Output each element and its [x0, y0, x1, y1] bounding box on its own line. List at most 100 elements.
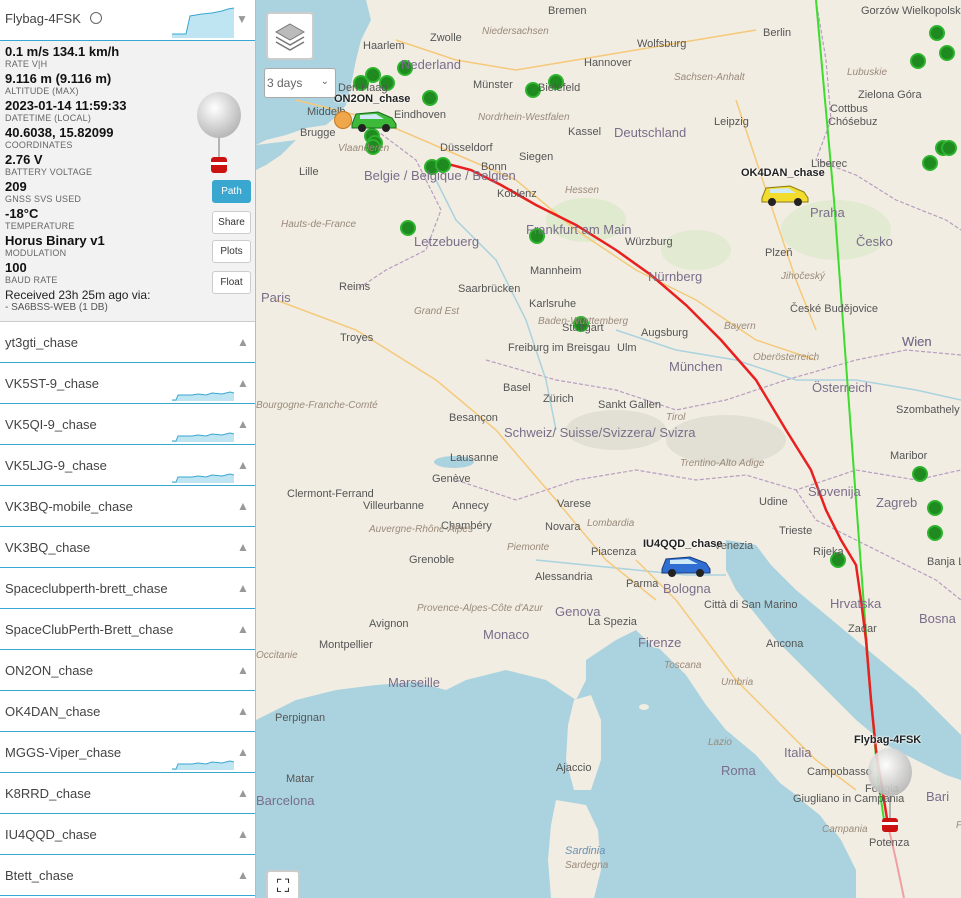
vehicle-list: yt3gti_chase ▲ VK5ST-9_chase ▲ VK5QI-9_chase…	[0, 322, 255, 896]
map-place-label: Campobasso	[807, 766, 872, 778]
vehicle-list-item[interactable]: ON2ON_chase ▲	[0, 650, 255, 691]
vehicle-list-item[interactable]: VK5QI-9_chase ▲	[0, 404, 255, 445]
vehicle-list-item[interactable]: VK3BQ-mobile_chase ▲	[0, 486, 255, 527]
expand-icon[interactable]: ▲	[237, 745, 249, 759]
chase-marker[interactable]	[910, 53, 926, 69]
vehicle-list-item[interactable]: Btett_chase ▲	[0, 855, 255, 896]
expand-icon[interactable]: ▲	[237, 622, 249, 636]
car-icon-ok4dan[interactable]	[758, 180, 812, 206]
vehicle-list-item[interactable]: VK3BQ_chase ▲	[0, 527, 255, 568]
expand-icon[interactable]: ▲	[237, 704, 249, 718]
vehicle-sparkline	[172, 760, 234, 770]
altitude-value: 9.116 m (9.116 m)	[5, 71, 112, 86]
altitude-sparkline	[172, 7, 234, 38]
svs-label: GNSS SVS USED	[5, 194, 82, 204]
map-place-label: Frankfurt am Main	[526, 222, 632, 237]
temperature-value: -18°C	[5, 206, 39, 221]
temperature-label: TEMPERATURE	[5, 221, 75, 231]
chase-marker[interactable]	[941, 140, 957, 156]
chase-marker[interactable]	[912, 466, 928, 482]
vehicle-list-item[interactable]: VK5LJG-9_chase ▲	[0, 445, 255, 486]
car-icon-on2on[interactable]	[348, 106, 400, 132]
vehicle-list-item[interactable]: VK5ST-9_chase ▲	[0, 363, 255, 404]
chase-marker[interactable]	[927, 500, 943, 516]
expand-icon[interactable]: ▲	[237, 581, 249, 595]
expand-icon[interactable]: ▲	[237, 868, 249, 882]
map-place-label: Bosna	[919, 611, 956, 626]
collapse-icon[interactable]: ▼	[236, 12, 248, 26]
map-region-label: Provence-Alpes-Côte d'Azur	[417, 603, 543, 614]
map-region-label: Hessen	[565, 185, 599, 196]
expand-icon[interactable]: ▲	[237, 786, 249, 800]
map-region-label: Niedersachsen	[482, 26, 549, 37]
car-icon-iu4qqd[interactable]	[658, 551, 714, 577]
vehicle-list-item[interactable]: IU4QQD_chase ▲	[0, 814, 255, 855]
map-place-label: Bologna	[663, 581, 711, 596]
share-button[interactable]: Share	[212, 211, 251, 234]
vehicle-sparkline	[172, 391, 234, 401]
map-region-label: Jihočeský	[781, 271, 825, 282]
fullscreen-icon: ⛶	[276, 876, 290, 896]
path-button[interactable]: Path	[212, 180, 251, 203]
expand-icon[interactable]: ▲	[237, 376, 249, 390]
expand-icon[interactable]: ▲	[237, 458, 249, 472]
chase-marker[interactable]	[939, 45, 955, 61]
expand-icon[interactable]: ▲	[237, 663, 249, 677]
expand-icon[interactable]: ▲	[237, 540, 249, 554]
callout-on2on: ON2ON_chase	[334, 93, 411, 105]
chase-marker[interactable]	[927, 525, 943, 541]
vehicle-list-item[interactable]: K8RRD_chase ▲	[0, 773, 255, 814]
map-place-label: Berlin	[763, 27, 792, 39]
vehicle-list-item[interactable]: Spaceclubperth-brett_chase ▲	[0, 568, 255, 609]
vehicle-list-name: VK3BQ-mobile_chase	[5, 499, 133, 514]
map-place-label: Gorzów Wielkopolski	[861, 5, 961, 17]
vehicle-list-name: Spaceclubperth-brett_chase	[5, 581, 168, 596]
vehicle-list-item[interactable]: OK4DAN_chase ▲	[0, 691, 255, 732]
baud-field: 100 BAUD RATE	[5, 260, 58, 286]
map-place-label: Banja L	[927, 556, 961, 568]
vehicle-list-name: OK4DAN_chase	[5, 704, 101, 719]
map-place-label: Zürich	[543, 393, 574, 405]
orange-marker[interactable]	[334, 111, 352, 129]
vehicle-list-item[interactable]: yt3gti_chase ▲	[0, 322, 255, 363]
map-place-label: Würzburg	[625, 236, 673, 248]
vehicle-list-name: yt3gti_chase	[5, 335, 78, 350]
map-region-label: Baden-Württemberg	[538, 316, 629, 327]
map-place-label: České Budějovice	[790, 303, 879, 315]
vehicle-list-name: ON2ON_chase	[5, 663, 94, 678]
map-place-label: La Spezia	[588, 616, 637, 628]
chase-marker[interactable]	[929, 25, 945, 41]
expand-icon[interactable]: ▲	[237, 335, 249, 349]
expand-icon[interactable]: ▲	[237, 417, 249, 431]
expand-icon[interactable]: ▲	[237, 827, 249, 841]
balloon-marker[interactable]	[866, 748, 914, 840]
map-place-label: Freiburg im Breisgau	[508, 342, 611, 354]
expand-icon[interactable]: ▲	[237, 499, 249, 513]
crosshair-icon[interactable]	[90, 12, 102, 24]
map-place-label: Genève	[432, 473, 471, 485]
map-place-label: Montpellier	[319, 639, 373, 651]
map-place-label: Leipzig	[714, 116, 749, 128]
vehicle-list-name: SpaceClubPerth-Brett_chase	[5, 622, 174, 637]
map-place-label: Barcelona	[256, 793, 315, 808]
chase-marker[interactable]	[422, 90, 438, 106]
vehicle-list-item[interactable]: SpaceClubPerth-Brett_chase ▲	[0, 609, 255, 650]
vehicle-list-item[interactable]: MGGS-Viper_chase ▲	[0, 732, 255, 773]
fullscreen-button[interactable]: ⛶	[266, 870, 300, 898]
map-view[interactable]: Bremen Berlin Gorzów Wielkopolski Haarlem Zw…	[256, 0, 961, 898]
map-place-label: Perpignan	[275, 712, 326, 724]
modulation-label: MODULATION	[5, 248, 67, 258]
baud-value: 100	[5, 260, 27, 275]
time-range-select[interactable]: 3 days ⌄	[264, 68, 336, 98]
map-place-label: Matar	[286, 773, 315, 785]
plots-button[interactable]: Plots	[212, 240, 251, 263]
float-button[interactable]: Float	[212, 271, 251, 294]
layers-button[interactable]	[266, 12, 314, 60]
map-place-label: Nederland	[401, 57, 461, 72]
callout-ok4dan: OK4DAN_chase	[741, 167, 825, 179]
chase-marker[interactable]	[922, 155, 938, 171]
map-region-label: Vlaanderen	[338, 143, 390, 154]
vehicle-header-flybag[interactable]: Flybag-4FSK ▼	[0, 0, 255, 41]
map-place-label: Roma	[721, 763, 756, 778]
map-place-label: Siegen	[519, 151, 554, 163]
